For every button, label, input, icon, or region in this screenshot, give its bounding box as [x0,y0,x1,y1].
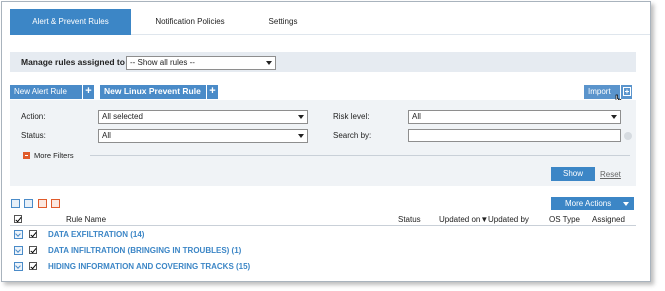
divider [90,155,630,156]
new-alert-rule-button[interactable]: New Alert Rule [10,85,82,99]
show-button[interactable]: Show [551,167,595,181]
chevron-down-icon [623,202,629,206]
filter-panel: Action: All selected Risk level: All Sta… [10,100,636,186]
chevron-down-icon [266,61,272,65]
collapse-toggle-icon[interactable] [23,152,30,159]
risk-level-select[interactable]: All [408,110,621,124]
column-assigned[interactable]: Assigned [592,215,625,224]
action-filter-select[interactable]: All selected [98,110,308,124]
main-window: Alert & Prevent Rules Notification Polic… [1,1,651,282]
new-linux-prevent-rule-button[interactable]: New Linux Prevent Rule [100,85,206,99]
search-by-label: Search by: [333,131,372,140]
table-row[interactable]: HIDING INFORMATION AND COVERING TRACKS (… [10,260,636,274]
table-header: Rule Name Status Updated on▼ Updated by … [10,214,636,226]
status-filter-select[interactable]: All [98,129,308,143]
manage-rules-select[interactable]: -- Show all rules -- [126,56,276,70]
row-checkbox[interactable] [29,246,37,254]
rule-group-name[interactable]: DATA INFILTRATION (BRINGING IN TROUBLES)… [48,246,241,255]
tab-bar: Alert & Prevent Rules Notification Polic… [10,9,650,35]
expand-all-icon[interactable] [11,199,20,208]
clear-search-icon[interactable] [624,132,632,140]
table-row[interactable]: DATA EXFILTRATION (14) [10,228,636,242]
chevron-down-icon[interactable] [14,230,23,239]
more-actions-button[interactable]: More Actions [551,197,634,210]
more-filters-link[interactable]: More Filters [34,151,74,160]
column-rule-name[interactable]: Rule Name [66,215,106,224]
status-filter-value: All [102,131,111,140]
risk-level-value: All [412,112,421,121]
chevron-down-icon[interactable] [14,262,23,271]
tab-settings[interactable]: Settings [248,9,318,35]
risk-level-label: Risk level: [333,112,370,121]
more-actions-label: More Actions [565,199,612,208]
rule-group-name[interactable]: HIDING INFORMATION AND COVERING TRACKS (… [48,262,250,271]
action-filter-label: Action: [21,112,46,121]
manage-rules-label: Manage rules assigned to [21,57,125,67]
add-orange-icon[interactable] [38,199,47,208]
reset-link[interactable]: Reset [600,170,621,179]
chevron-down-icon [298,115,304,119]
chevron-down-icon[interactable] [14,246,23,255]
row-checkbox[interactable] [29,262,37,270]
add-linux-rule-plus-icon[interactable]: + [206,85,218,99]
column-os-type[interactable]: OS Type [549,215,580,224]
remove-orange-icon[interactable] [51,199,60,208]
column-updated-by[interactable]: Updated by [488,215,529,224]
column-status[interactable]: Status [398,215,421,224]
row-checkbox[interactable] [29,230,37,238]
status-filter-label: Status: [21,131,46,140]
select-all-checkbox[interactable] [14,215,22,223]
chevron-down-icon [298,134,304,138]
manage-rules-select-value: -- Show all rules -- [130,58,195,67]
column-updated-on[interactable]: Updated on▼ [439,215,488,224]
manage-rules-bar: Manage rules assigned to -- Show all rul… [10,52,636,72]
tab-notification-policies[interactable]: Notification Policies [140,9,240,35]
rule-group-name[interactable]: DATA EXFILTRATION (14) [48,230,144,239]
chevron-down-icon [611,115,617,119]
action-filter-value: All selected [102,112,143,121]
add-alert-rule-plus-icon[interactable]: + [82,85,94,99]
table-row[interactable]: DATA INFILTRATION (BRINGING IN TROUBLES)… [10,244,636,258]
tab-alert-prevent-rules[interactable]: Alert & Prevent Rules [10,9,131,35]
collapse-all-icon[interactable] [24,199,33,208]
search-by-input[interactable] [408,129,621,142]
